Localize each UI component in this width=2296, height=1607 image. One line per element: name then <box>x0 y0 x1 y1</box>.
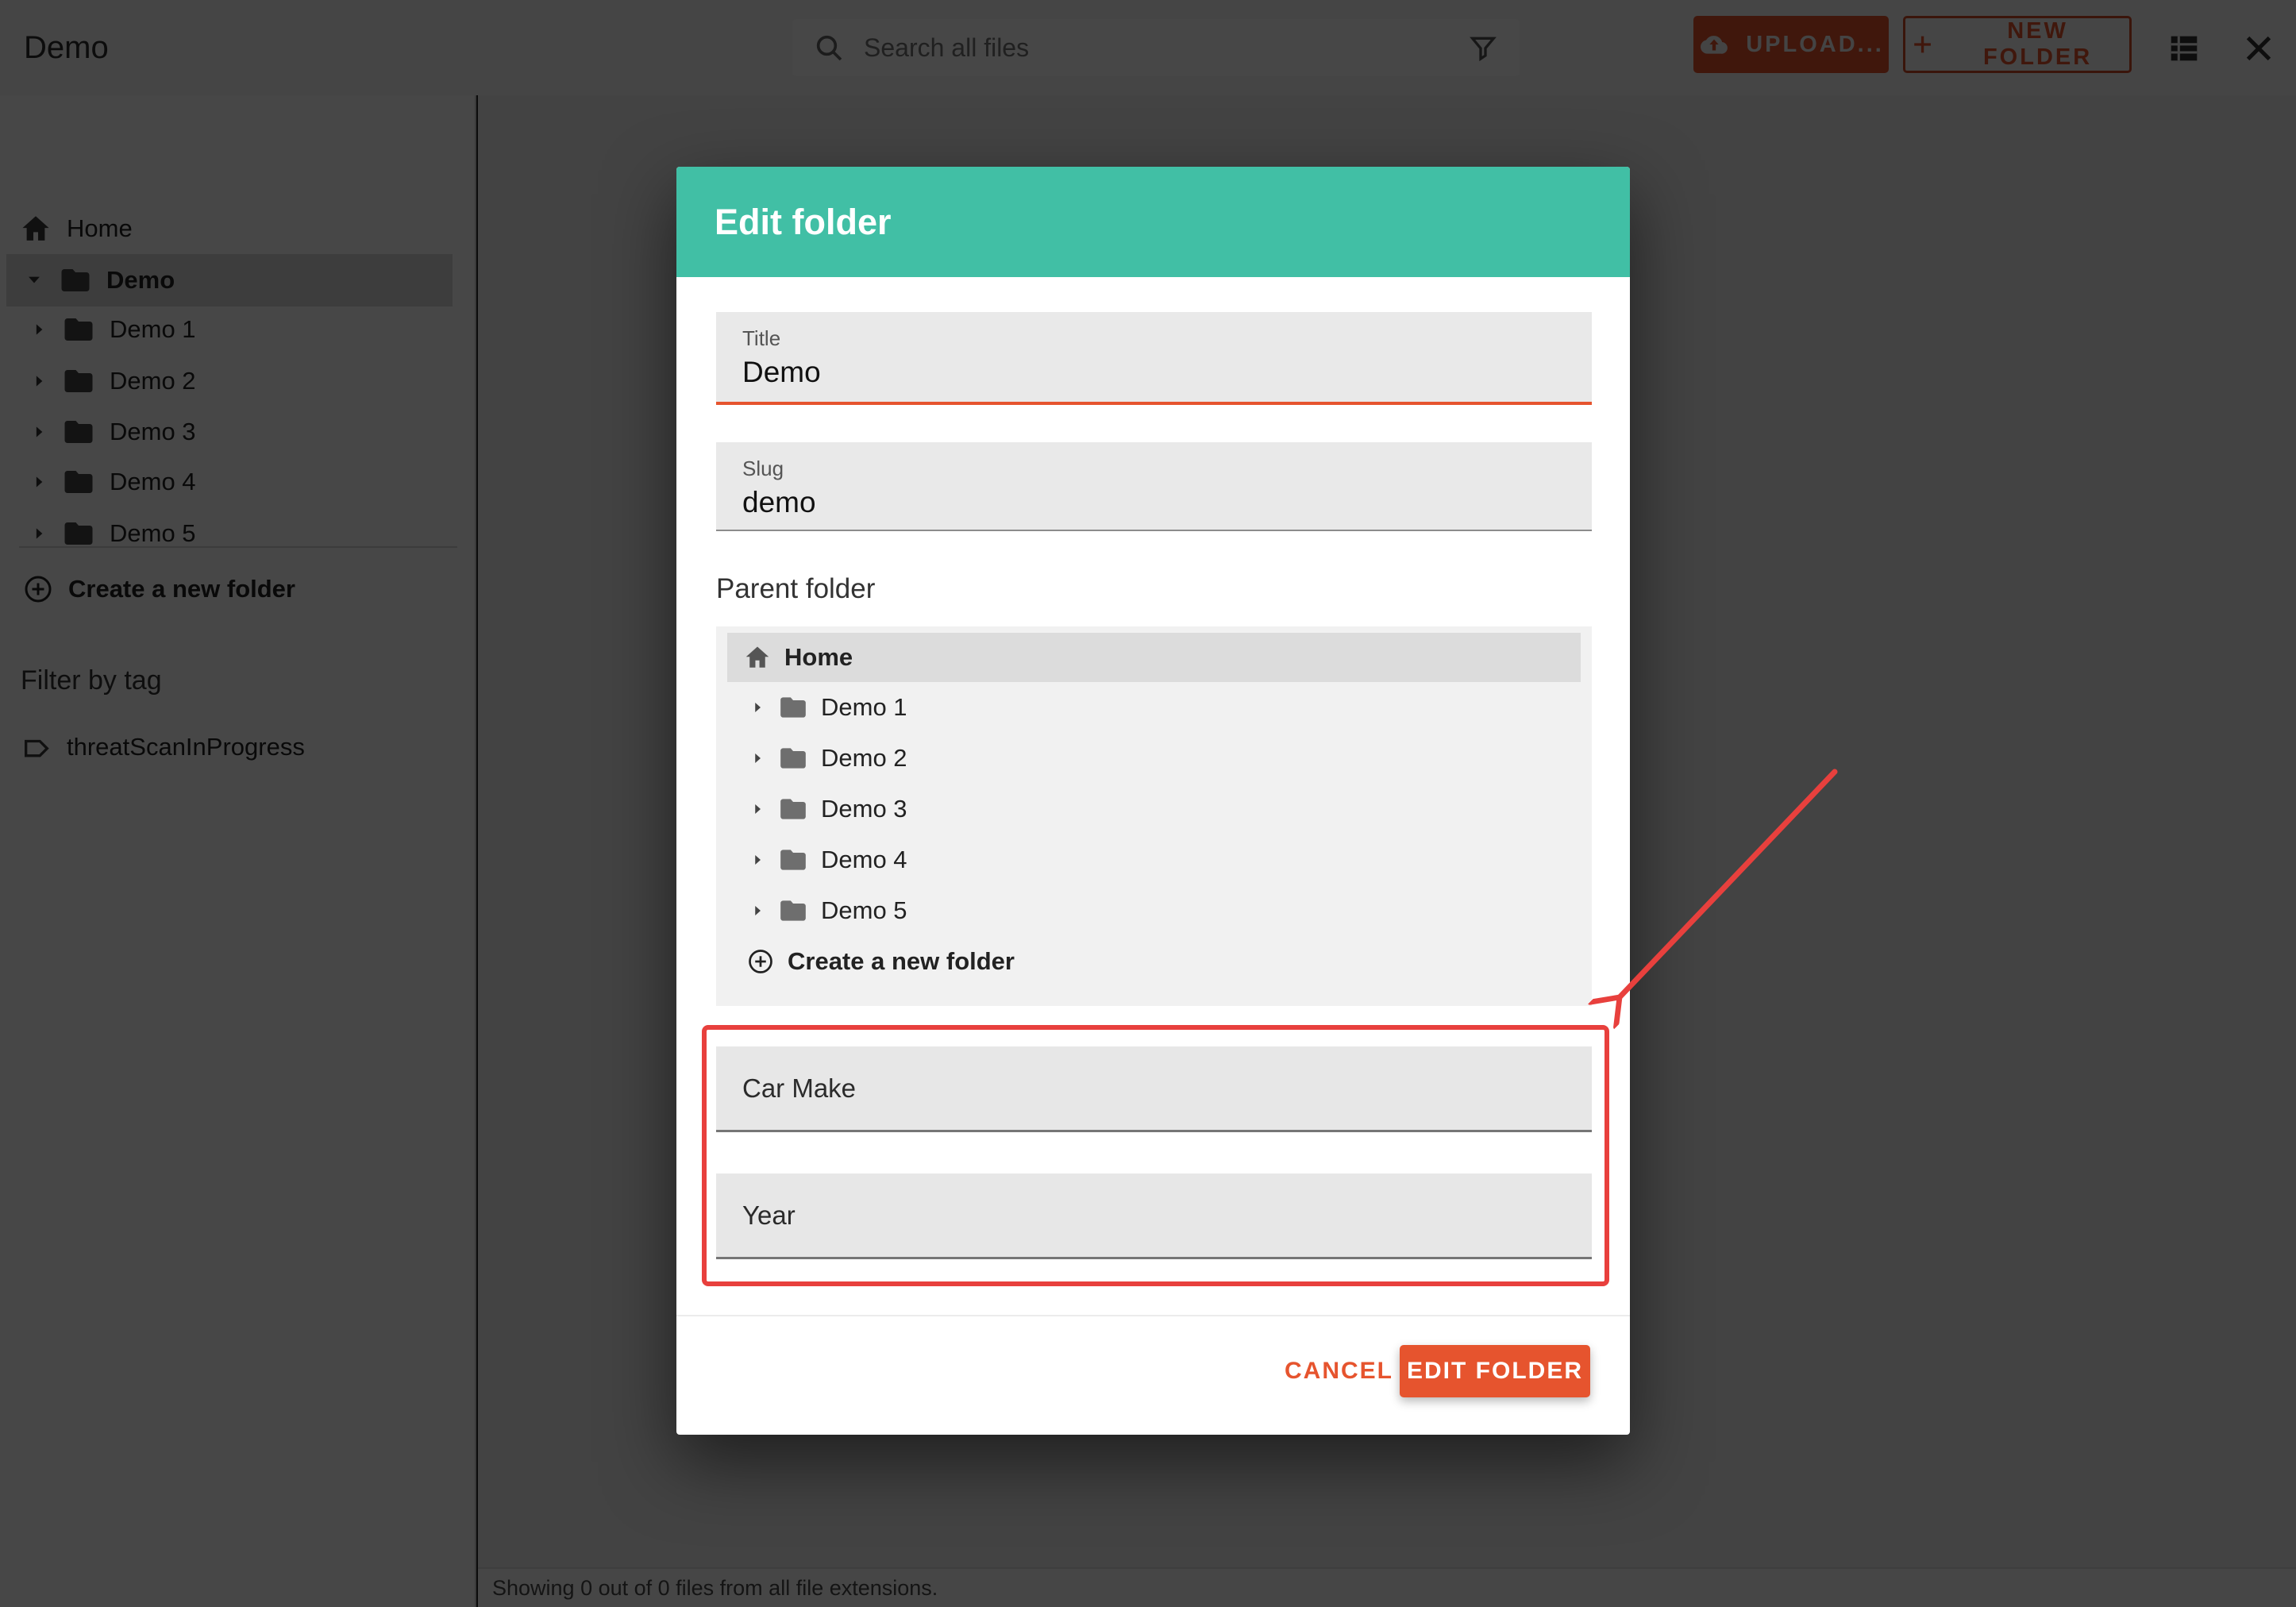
caret-right-icon[interactable] <box>751 853 765 867</box>
folder-icon <box>778 743 808 773</box>
folder-icon <box>778 692 808 723</box>
caret-right-icon[interactable] <box>751 751 765 765</box>
tree-item-label: Demo 5 <box>821 896 907 925</box>
dialog-title: Edit folder <box>715 167 892 277</box>
caret-right-icon[interactable] <box>751 904 765 918</box>
edit-folder-submit-button[interactable]: EDIT FOLDER <box>1400 1345 1590 1397</box>
tree-item-label: Home <box>784 643 853 672</box>
slug-field-label: Slug <box>742 457 784 481</box>
title-field[interactable]: Title <box>716 312 1592 405</box>
tree-item-demo4[interactable]: Demo 4 <box>727 834 1581 885</box>
tree-item-demo5[interactable]: Demo 5 <box>727 885 1581 936</box>
folder-icon <box>778 896 808 926</box>
tree-item-label: Demo 4 <box>821 846 907 874</box>
tree-create-folder[interactable]: Create a new folder <box>727 936 1581 987</box>
edit-folder-dialog: Edit folder Title Slug Parent folder Hom… <box>676 167 1630 1435</box>
tree-item-demo2[interactable]: Demo 2 <box>727 733 1581 784</box>
tree-item-label: Create a new folder <box>788 947 1015 976</box>
tree-item-label: Demo 2 <box>821 744 907 773</box>
folder-icon <box>778 845 808 875</box>
slug-field[interactable]: Slug <box>716 442 1592 531</box>
caret-right-icon[interactable] <box>751 700 765 715</box>
dialog-header: Edit folder <box>676 167 1630 277</box>
title-input[interactable] <box>742 352 1560 393</box>
year-field[interactable] <box>716 1173 1592 1259</box>
tree-item-home-selected[interactable]: Home <box>727 633 1581 682</box>
folder-icon <box>778 794 808 824</box>
tree-item-demo1[interactable]: Demo 1 <box>727 682 1581 733</box>
footer-divider <box>676 1315 1630 1316</box>
car-make-field[interactable] <box>716 1046 1592 1132</box>
parent-folder-tree: Home Demo 1 Demo 2 Demo 3 Demo 4 <box>716 626 1592 1006</box>
tree-item-label: Demo 1 <box>821 693 907 722</box>
year-input[interactable] <box>742 1173 1560 1257</box>
tree-item-label: Demo 3 <box>821 795 907 823</box>
parent-folder-label: Parent folder <box>716 573 875 605</box>
home-icon <box>743 643 772 672</box>
title-field-label: Title <box>742 326 780 351</box>
cancel-button[interactable]: CANCEL <box>1273 1345 1404 1397</box>
file-manager-screen: Demo UPLOAD... <box>0 0 2296 1607</box>
slug-input[interactable] <box>742 482 1560 523</box>
caret-right-icon[interactable] <box>751 802 765 816</box>
tree-item-demo3[interactable]: Demo 3 <box>727 784 1581 834</box>
car-make-input[interactable] <box>742 1046 1560 1130</box>
plus-circle-icon <box>746 947 775 976</box>
